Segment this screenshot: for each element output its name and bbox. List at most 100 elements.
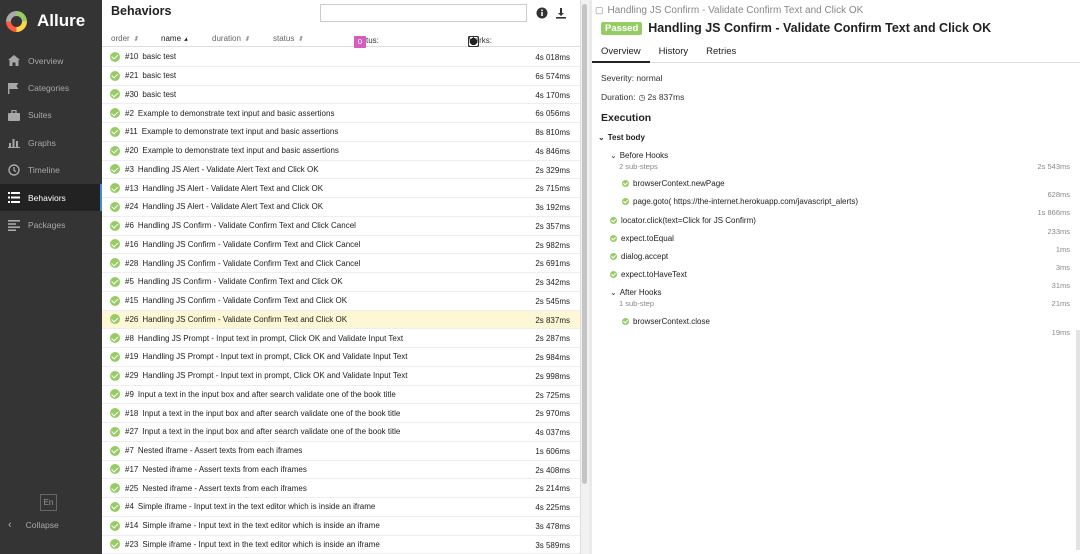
sidebar-item-graphs[interactable]: Graphs [0,129,102,156]
retries-mark-icon[interactable] [468,36,479,47]
test-duration: 2s 837ms [535,315,570,325]
test-order: #26 [125,314,139,324]
list-scrollbar-thumb[interactable] [582,4,587,484]
test-name: Handling JS Confirm - Validate Confirm T… [142,258,361,268]
passed-icon [110,464,120,475]
test-row[interactable]: #2 Example to demonstrate text input and … [102,104,580,123]
test-row[interactable]: #3 Handling JS Alert - Validate Alert Tex… [102,161,580,180]
allure-logo-icon [6,10,27,32]
sidebar-item-suites[interactable]: Suites [0,102,102,129]
test-order: #27 [125,427,139,437]
sort-order[interactable]: order ⬍ [111,34,139,43]
sidebar-item-overview[interactable]: Overview [0,47,102,74]
before-hooks-toggle[interactable]: ⌄ Before Hooks [610,151,668,160]
test-name: basic test [142,71,177,81]
test-name: Handling JS Confirm - Validate Confirm T… [142,296,348,306]
tab-overview[interactable]: Overview [592,42,650,63]
step-label: expect.toEqual [621,234,674,243]
search-input[interactable] [320,4,527,22]
test-duration: 2s 214ms [535,484,570,494]
download-icon[interactable] [555,7,567,19]
tab-retries[interactable]: Retries [697,42,745,63]
brand[interactable]: Allure [0,0,102,42]
test-order: #19 [125,352,139,362]
test-row[interactable]: #5 Handling JS Confirm - Validate Confirm… [102,273,580,292]
test-duration: 2s 715ms [535,184,570,194]
sidebar-item-categories[interactable]: Categories [0,74,102,101]
passed-icon [110,445,120,456]
sidebar-item-label: Overview [28,55,64,66]
collapse-button[interactable]: ‹ Collapse [8,519,59,531]
sidebar-item-behaviors[interactable]: Behaviors [0,183,102,212]
test-name: Simple iframe - Input text in the text e… [142,539,380,549]
test-row[interactable]: #28 Handling JS Confirm - Validate Confir… [102,254,580,273]
breadcrumb[interactable]: ▢ Handling JS Confirm - Validate Confirm… [595,5,863,16]
test-row[interactable]: #19 Handling JS Prompt - Input text in pr… [102,348,580,367]
test-row[interactable]: #30 basic test 4s 170ms [102,86,580,105]
info-icon[interactable] [536,7,548,19]
test-row[interactable]: #29 Handling JS Prompt - Input text in pr… [102,367,580,386]
step-dialog-accept[interactable]: dialog.accept [610,252,668,261]
step-expect-tohavetext[interactable]: expect.toHaveText [610,270,687,279]
briefcase-icon [7,109,21,121]
test-order: #21 [125,71,139,81]
sort-duration[interactable]: duration ⬍ [212,34,250,43]
sidebar-nav: Overview Categories Suites Graphs Timeline Be… [0,47,102,239]
test-duration: 2s 982ms [535,240,570,250]
test-row[interactable]: #27 Input a text in the input box and aft… [102,423,580,442]
test-duration: 2s 342ms [535,278,570,287]
sort-icon: ⬍ [132,36,139,43]
test-order: #23 [125,539,139,549]
test-row[interactable]: #8 Handling JS Prompt - Input text in pro… [102,329,580,348]
test-row[interactable]: #25 Nested iframe - Assert texts from eac… [102,479,580,498]
test-duration: 4s 225ms [535,503,570,512]
step-new-page[interactable]: browserContext.newPage [622,179,725,188]
detail-scrollbar[interactable] [1076,330,1080,550]
test-row[interactable]: #9 Input a text in the input box and afte… [102,386,580,405]
test-row[interactable]: #16 Handling JS Confirm - Validate Confir… [102,236,580,255]
test-order: #17 [125,464,139,474]
sidebar-item-label: Categories [28,83,70,94]
test-row[interactable]: #6 Handling JS Confirm - Validate Confirm… [102,217,580,236]
test-name: Handling JS Confirm - Validate Confirm T… [137,221,356,231]
test-name: Simple iframe - Input text in the text e… [142,521,380,531]
test-row[interactable]: #26 Handling JS Confirm - Validate Confir… [102,310,580,330]
step-label: browserContext.newPage [633,179,725,188]
sort-name[interactable]: name ▴ [161,34,188,43]
test-body-toggle[interactable]: ⌄ Test body [598,133,645,142]
sidebar: Allure Overview Categories Suites Graphs Tim… [0,0,102,554]
sort-status[interactable]: status ⬍ [273,34,303,43]
test-row[interactable]: #7 Nested iframe - Assert texts from each… [102,442,580,461]
chevron-down-icon: ⌄ [610,151,617,160]
test-row[interactable]: #4 Simple iframe - Input text in the text… [102,498,580,517]
status-count-badge[interactable]: 0 [354,36,366,48]
step-page-goto[interactable]: page.goto( https://the-internet.herokuap… [622,197,858,206]
after-hooks-toggle[interactable]: ⌄ After Hooks [610,288,662,297]
step-locator-click[interactable]: locator.click(text=Click for JS Confirm) [610,216,756,225]
passed-icon [110,201,120,212]
step-context-close[interactable]: browserContext.close [622,317,710,326]
sidebar-item-timeline[interactable]: Timeline [0,157,102,184]
test-row[interactable]: #15 Handling JS Confirm - Validate Confir… [102,292,580,311]
language-button[interactable]: En [40,494,57,511]
test-row[interactable]: #10 basic test 4s 018ms [102,48,580,67]
test-row[interactable]: #13 Handling JS Alert - Validate Alert Te… [102,179,580,198]
test-name: Input a text in the input box and after … [142,427,401,437]
passed-icon [110,539,120,550]
passed-icon [110,126,120,137]
test-row[interactable]: #18 Input a text in the input box and aft… [102,404,580,423]
test-row[interactable]: #14 Simple iframe - Input text in the tex… [102,517,580,536]
test-title: Handling JS Confirm - Validate Confirm T… [648,21,992,35]
test-row[interactable]: #20 Example to demonstrate text input and… [102,142,580,161]
test-row[interactable]: #23 Simple iframe - Input text in the tex… [102,536,580,554]
test-row[interactable]: #24 Handling JS Alert - Validate Alert Te… [102,198,580,217]
test-row[interactable]: #17 Nested iframe - Assert texts from eac… [102,461,580,480]
step-expect-toequal[interactable]: expect.toEqual [610,234,674,243]
passed-icon [622,180,629,187]
tab-history[interactable]: History [650,42,698,63]
test-row[interactable]: #11 Example to demonstrate text input and… [102,123,580,142]
test-row[interactable]: #21 basic test 6s 574ms [102,67,580,86]
sort-icon: ⬍ [243,36,250,43]
test-duration: 4s 170ms [535,90,570,100]
sidebar-item-packages[interactable]: Packages [0,211,102,238]
